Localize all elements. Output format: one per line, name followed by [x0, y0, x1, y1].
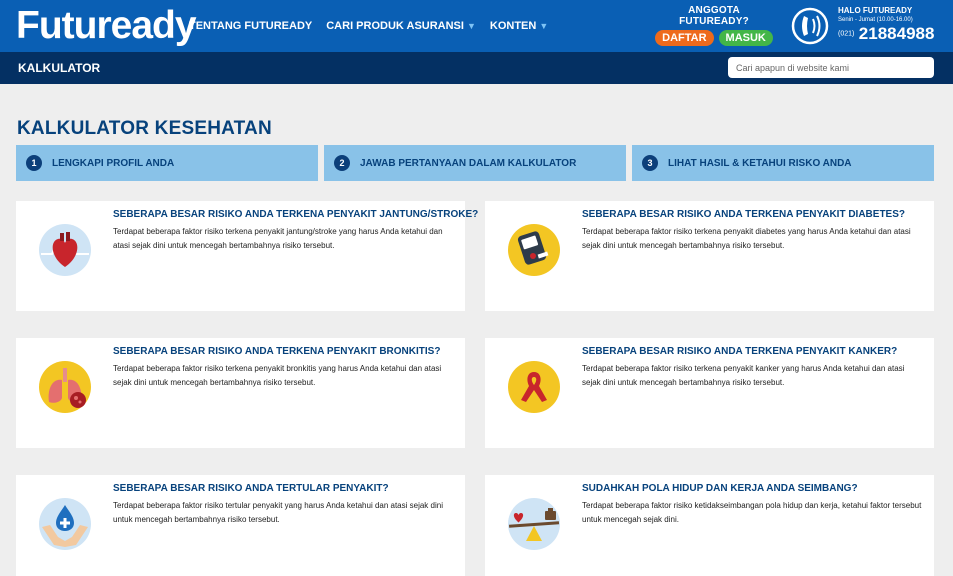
step-label: LENGKAPI PROFIL ANDA: [52, 157, 175, 169]
card-description: Terdapat beberapa faktor risiko terkena …: [582, 227, 911, 250]
main-nav: TENTANG FUTUREADY CARI PRODUK ASURANSI ▼ …: [189, 20, 548, 32]
member-title: ANGGOTA FUTUREADY?: [679, 5, 749, 27]
nav-label: KONTEN: [489, 20, 537, 32]
step-1: 1 LENGKAPI PROFIL ANDA: [16, 145, 318, 181]
phone-number: 21884988: [858, 24, 935, 43]
heart-icon: [39, 224, 91, 276]
top-header: Futuready TENTANG FUTUREADY CARI PRODUK …: [0, 0, 953, 52]
step-number: 1: [26, 155, 42, 171]
futuready-logo[interactable]: Futuready: [16, 4, 197, 48]
card-description: Terdapat beberapa faktor risiko tertular…: [113, 501, 443, 524]
phone-prefix: (021): [838, 30, 855, 38]
step-number: 2: [334, 155, 350, 171]
lungs-icon: [39, 361, 91, 413]
card-title: SEBERAPA BESAR RISIKO ANDA TERKENA PENYA…: [582, 346, 898, 357]
masuk-button[interactable]: MASUK: [718, 30, 773, 46]
card-description: Terdapat beberapa faktor risiko ketidaks…: [582, 501, 922, 524]
contact-box: HALO FUTUREADY Senin - Jumat (10.00-16.0…: [838, 6, 934, 44]
step-3: 3 LIHAT HASIL & KETAHUI RISKO ANDA: [632, 145, 934, 181]
member-box: ANGGOTA FUTUREADY? DAFTAR MASUK: [652, 5, 776, 46]
search-input[interactable]: [728, 57, 934, 78]
card-pola-hidup[interactable]: SUDAHKAH POLA HIDUP DAN KERJA ANDA SEIMB…: [485, 475, 934, 576]
page-title: KALKULATOR KESEHATAN: [17, 118, 272, 139]
card-tertular[interactable]: SEBERAPA BESAR RISIKO ANDA TERTULAR PENY…: [16, 475, 465, 576]
step-number: 3: [642, 155, 658, 171]
card-kanker[interactable]: SEBERAPA BESAR RISIKO ANDA TERKENA PENYA…: [485, 338, 934, 448]
step-label: LIHAT HASIL & KETAHUI RISKO ANDA: [668, 157, 852, 169]
card-title: SEBERAPA BESAR RISIKO ANDA TERTULAR PENY…: [113, 483, 389, 494]
card-bronkitis[interactable]: SEBERAPA BESAR RISIKO ANDA TERKENA PENYA…: [16, 338, 465, 448]
nav-label: CARI PRODUK ASURANSI: [326, 20, 464, 32]
ribbon-icon: [508, 361, 560, 413]
step-2: 2 JAWAB PERTANYAAN DALAM KALKULATOR: [324, 145, 626, 181]
contact-hours: Senin - Jumat (10.00-16.00): [838, 17, 913, 23]
nav-cari-produk-asuransi[interactable]: CARI PRODUK ASURANSI ▼: [326, 20, 476, 32]
nav-konten[interactable]: KONTEN ▼: [490, 20, 548, 32]
phone-icon: [791, 7, 829, 45]
contact-title: HALO FUTUREADY: [838, 6, 913, 15]
card-jantung-stroke[interactable]: SEBERAPA BESAR RISIKO ANDA TERKENA PENYA…: [16, 201, 478, 311]
balance-icon: [508, 498, 560, 550]
nav-label: TENTANG FUTUREADY: [189, 20, 313, 32]
contact-number[interactable]: (021) 21884988: [838, 24, 934, 44]
card-title: SEBERAPA BESAR RISIKO ANDA TERKENA PENYA…: [113, 209, 479, 220]
nav-tentang-futuready[interactable]: TENTANG FUTUREADY: [189, 20, 312, 32]
card-description: Terdapat beberapa faktor risiko terkena …: [113, 364, 442, 387]
caret-down-icon: ▼: [466, 21, 476, 31]
card-title: SEBERAPA BESAR RISIKO ANDA TERKENA PENYA…: [113, 346, 441, 357]
card-title: SEBERAPA BESAR RISIKO ANDA TERKENA PENYA…: [582, 209, 905, 220]
section-title: KALKULATOR: [18, 61, 101, 75]
card-description: Terdapat beberapa faktor risiko terkena …: [113, 227, 443, 250]
hands-drop-icon: [39, 498, 91, 550]
card-diabetes[interactable]: SEBERAPA BESAR RISIKO ANDA TERKENA PENYA…: [485, 201, 934, 311]
daftar-button[interactable]: DAFTAR: [655, 30, 714, 46]
step-label: JAWAB PERTANYAAN DALAM KALKULATOR: [360, 157, 577, 169]
card-title: SUDAHKAH POLA HIDUP DAN KERJA ANDA SEIMB…: [582, 483, 858, 494]
glucometer-icon: [508, 224, 560, 276]
card-description: Terdapat beberapa faktor risiko terkena …: [582, 364, 905, 387]
caret-down-icon: ▼: [539, 21, 549, 31]
